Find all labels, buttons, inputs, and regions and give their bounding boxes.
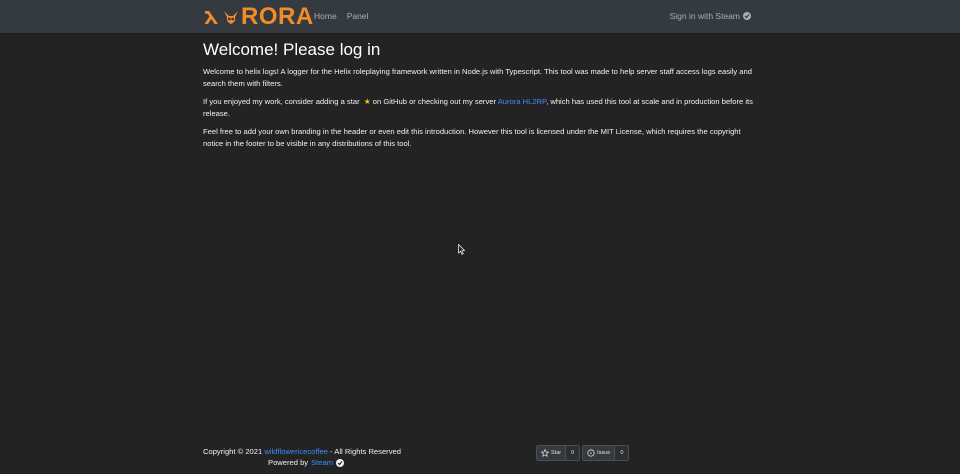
copyright-suffix: - All Rights Reserved [327, 447, 401, 456]
intro-paragraph: Welcome to helix logs! A logger for the … [203, 67, 752, 88]
mouse-cursor-icon [458, 242, 466, 260]
github-star-icon [541, 449, 549, 457]
github-star-label-wrap: Star [537, 446, 566, 460]
check-circle-icon [336, 458, 345, 467]
github-issue-label-wrap: Issue [583, 446, 615, 460]
github-star-label: Star [551, 450, 562, 456]
github-issue-button[interactable]: Issue 0 [582, 445, 630, 461]
github-star-button[interactable]: Star 0 [536, 445, 581, 461]
github-star-count: 0 [565, 446, 580, 460]
brand-icons [203, 8, 240, 26]
main-content: Welcome! Please log in Welcome to helix … [203, 40, 758, 156]
page-title: Welcome! Please log in [203, 40, 381, 59]
star-paragraph: If you enjoyed my work, consider adding … [203, 96, 758, 119]
navbar: RORA Home Panel Sign in with Steam [0, 0, 960, 34]
license-paragraph: Feel free to add your own branding in th… [203, 127, 741, 148]
lambda-icon [204, 11, 218, 24]
star-text-middle: on GitHub or checking out my server [370, 97, 498, 106]
powered-prefix: Powered by [268, 458, 309, 467]
copyright-prefix: Copyright © 2021 [203, 447, 265, 456]
check-circle-icon [743, 12, 751, 20]
helmet-icon [224, 11, 238, 24]
nav-link-panel[interactable]: Panel [347, 11, 369, 21]
github-issue-count: 0 [614, 446, 629, 460]
issue-icon [587, 449, 595, 457]
signin-with-steam-link[interactable]: Sign in with Steam [670, 11, 751, 21]
steam-link[interactable]: Steam [311, 458, 333, 467]
signin-label: Sign in with Steam [669, 11, 740, 21]
github-issue-label: Issue [597, 450, 611, 456]
powered-by: Powered by Steam [268, 458, 345, 467]
github-buttons: Star 0 Issue 0 [536, 445, 630, 461]
nav-link-home[interactable]: Home [314, 11, 337, 21]
star-text-before: If you enjoyed my work, consider adding … [203, 97, 360, 106]
brand-text: RORA [241, 3, 314, 30]
author-link[interactable]: wildflowericecoffee [264, 447, 328, 456]
footer: Copyright © 2021 wildflowericecoffee - A… [0, 445, 960, 474]
aurora-hl2rp-link[interactable]: Aurora HL2RP [498, 97, 546, 106]
copyright-notice: Copyright © 2021 wildflowericecoffee - A… [203, 447, 401, 456]
nav-links: Home Panel [314, 11, 368, 21]
star-icon: ★ [363, 97, 371, 106]
brand-logo[interactable]: RORA [203, 5, 314, 29]
